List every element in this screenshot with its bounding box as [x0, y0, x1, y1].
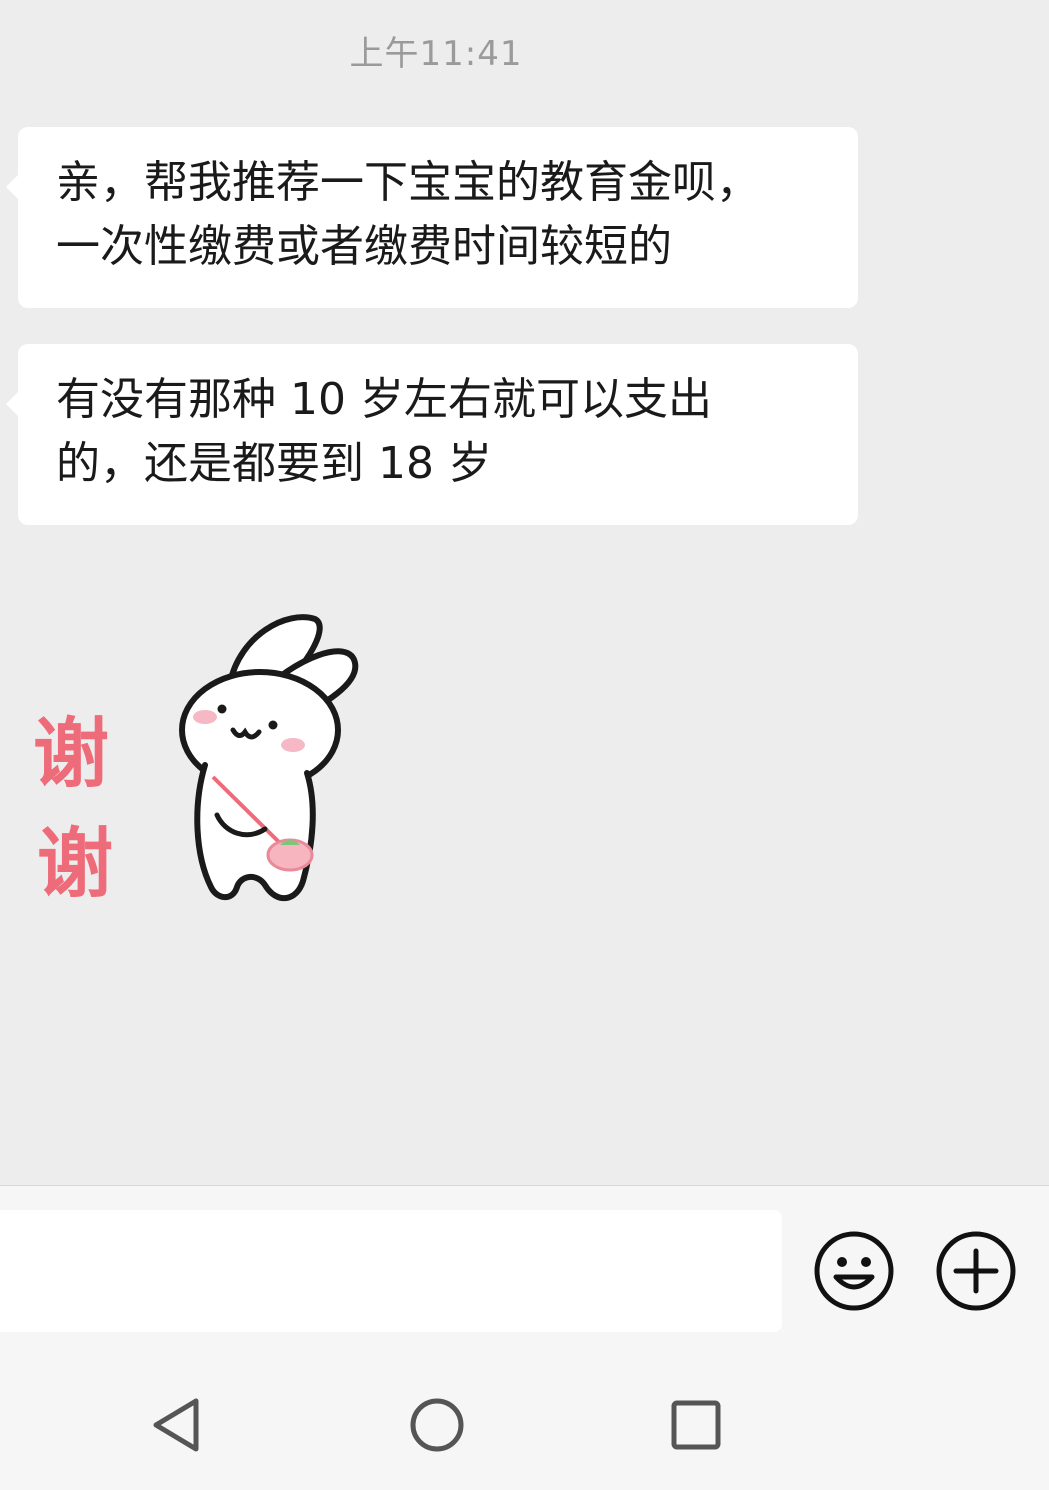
- back-triangle-icon: [153, 1398, 199, 1452]
- nav-recent-button[interactable]: [664, 1393, 728, 1457]
- recent-square-icon: [671, 1400, 721, 1450]
- emoji-button[interactable]: [812, 1229, 896, 1313]
- nav-home-button[interactable]: [405, 1393, 469, 1457]
- message-line: 的，还是都要到 18 岁: [56, 438, 492, 489]
- message-bubble[interactable]: 有没有那种 10 岁左右就可以支出 的，还是都要到 18 岁: [6, 344, 858, 525]
- message-line: 有没有那种 10 岁左右就可以支出: [56, 374, 712, 425]
- more-button[interactable]: [934, 1229, 1018, 1313]
- input-bar: [0, 1185, 1049, 1346]
- chat-area: 上午11:41 亲，帮我推荐一下宝宝的教育金呗， 一次性缴费或者缴费时间较短的 …: [0, 0, 1049, 1185]
- message-bubble[interactable]: 亲，帮我推荐一下宝宝的教育金呗， 一次性缴费或者缴费时间较短的: [6, 127, 858, 308]
- message-line: 亲，帮我推荐一下宝宝的教育金呗，: [56, 157, 760, 208]
- sticker-char: 谢: [33, 709, 109, 798]
- sticker-char: 谢: [37, 819, 113, 908]
- message-line: 一次性缴费或者缴费时间较短的: [56, 221, 672, 272]
- message-timestamp: 上午11:41: [349, 34, 523, 74]
- nav-back-button[interactable]: [146, 1393, 210, 1457]
- smiley-icon: [814, 1231, 894, 1311]
- bunny-thanks-sticker[interactable]: 谢 谢: [25, 605, 365, 925]
- plus-circle-icon: [936, 1231, 1016, 1311]
- system-nav-bar: [0, 1345, 1049, 1490]
- home-circle-icon: [410, 1398, 464, 1452]
- message-input[interactable]: [0, 1210, 782, 1332]
